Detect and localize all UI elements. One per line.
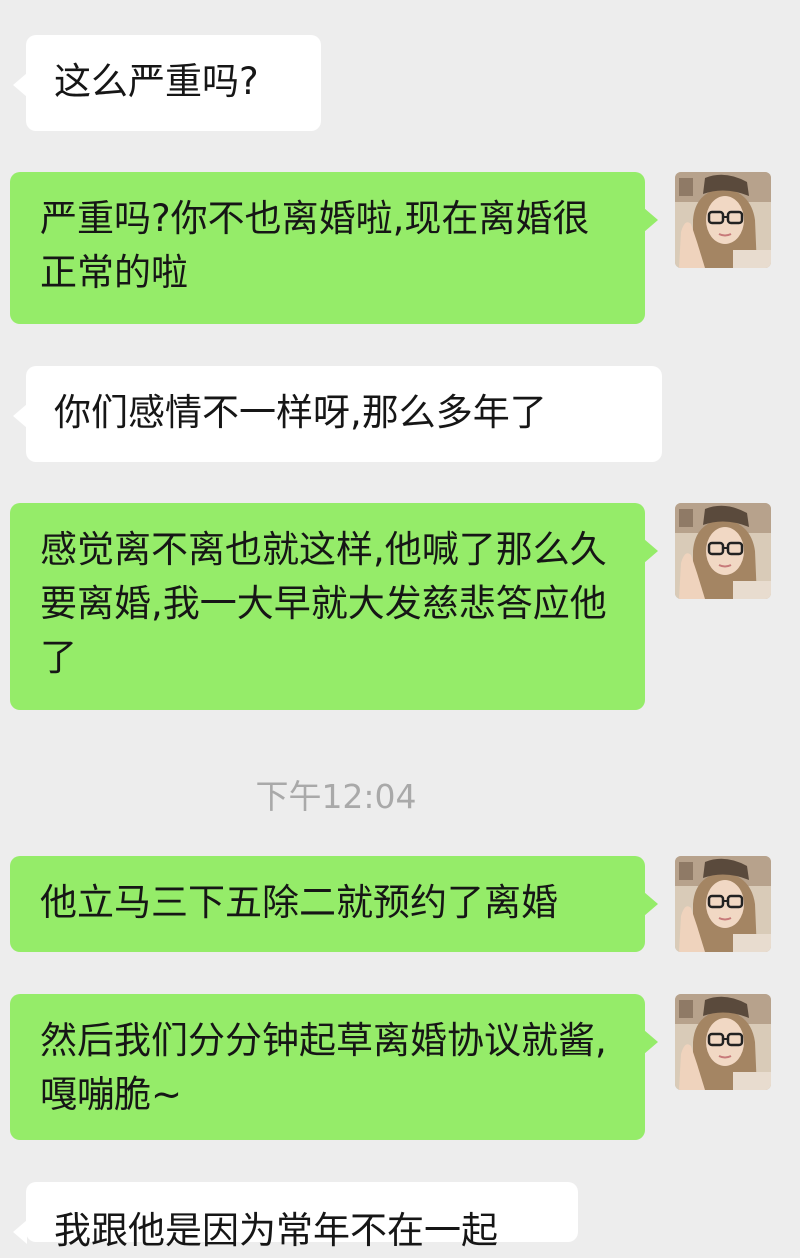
avatar[interactable] xyxy=(675,856,771,952)
message-bubble-incoming[interactable]: 我跟他是因为常年不在一起 xyxy=(13,1182,578,1252)
avatar[interactable] xyxy=(675,994,771,1090)
message-text: 感觉离不离也就这样,他喊了那么久要离婚,我一大早就大发慈悲答应他了 xyxy=(40,528,607,679)
message-bubble-outgoing[interactable]: 然后我们分分钟起草离婚协议就酱,嘎嘣脆~ xyxy=(10,994,658,1140)
message-timestamp: 下午12:04 xyxy=(255,777,417,816)
message-bubble-outgoing[interactable]: 感觉离不离也就这样,他喊了那么久要离婚,我一大早就大发慈悲答应他了 xyxy=(10,503,658,710)
message-text: 严重吗?你不也离婚啦,现在离婚很正常的啦 xyxy=(40,197,590,294)
avatar[interactable] xyxy=(675,172,771,268)
message-text: 这么严重吗? xyxy=(54,60,259,103)
avatar-image xyxy=(675,172,771,268)
avatar-image xyxy=(675,503,771,599)
message-bubble-incoming[interactable]: 这么严重吗? xyxy=(13,35,321,131)
message-text: 我跟他是因为常年不在一起 xyxy=(54,1209,498,1252)
message-text: 你们感情不一样呀,那么多年了 xyxy=(54,391,547,434)
message-text: 他立马三下五除二就预约了离婚 xyxy=(40,881,558,924)
avatar-image xyxy=(675,994,771,1090)
message-bubble-outgoing[interactable]: 严重吗?你不也离婚啦,现在离婚很正常的啦 xyxy=(10,172,658,324)
avatar-image xyxy=(675,856,771,952)
message-text: 然后我们分分钟起草离婚协议就酱,嘎嘣脆~ xyxy=(40,1019,607,1116)
avatar[interactable] xyxy=(675,503,771,599)
message-bubble-outgoing[interactable]: 他立马三下五除二就预约了离婚 xyxy=(10,856,658,952)
message-bubble-incoming[interactable]: 你们感情不一样呀,那么多年了 xyxy=(13,366,662,462)
